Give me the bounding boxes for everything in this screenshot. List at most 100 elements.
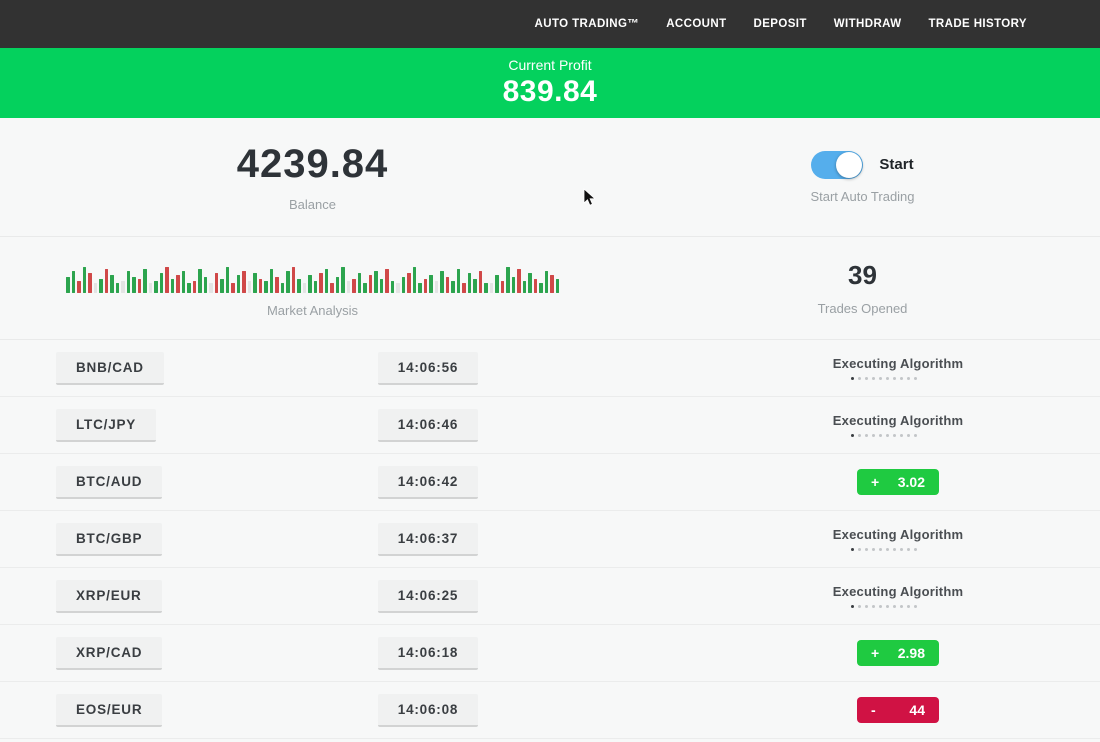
progress-dot: [858, 548, 861, 551]
progress-dot: [907, 605, 910, 608]
result-badge: - 44: [857, 697, 939, 723]
progress-dot: [893, 548, 896, 551]
market-bar: [369, 275, 373, 293]
progress-dot: [879, 548, 882, 551]
pair-badge: BNB/CAD: [56, 352, 164, 385]
pair-badge: BTC/GBP: [56, 523, 162, 556]
market-bar: [539, 283, 543, 293]
market-bar: [462, 283, 466, 293]
market-bar: [380, 279, 384, 293]
market-bar: [99, 279, 103, 293]
balance-block: 4239.84 Balance: [0, 118, 625, 236]
market-bar: [396, 283, 400, 293]
market-bar: [242, 271, 246, 293]
trade-row: BTC/AUD 14:06:42 + 3.02: [0, 454, 1100, 511]
progress-dot: [893, 605, 896, 608]
market-bar: [297, 279, 301, 293]
trade-row: XRP/CAD 14:06:18 + 2.98: [0, 625, 1100, 682]
progress-dot: [865, 605, 868, 608]
market-bar: [484, 283, 488, 293]
market-bar: [374, 271, 378, 293]
market-bar: [149, 283, 153, 293]
market-bar: [160, 273, 164, 293]
market-bar: [116, 283, 120, 293]
progress-dot: [900, 548, 903, 551]
progress-dot: [907, 434, 910, 437]
pair-badge: LTC/JPY: [56, 409, 156, 442]
market-bar: [253, 273, 257, 293]
market-bar: [264, 281, 268, 293]
market-bar: [88, 273, 92, 293]
market-section: Market Analysis 39 Trades Opened: [0, 237, 1100, 340]
market-bar: [528, 273, 532, 293]
market-bar: [270, 269, 274, 293]
market-bar: [143, 269, 147, 293]
result-sign: +: [871, 474, 879, 490]
progress-dot: [851, 377, 854, 380]
market-bar: [182, 271, 186, 293]
market-bar: [468, 273, 472, 293]
market-bar: [193, 281, 197, 293]
progress-dots: [851, 548, 917, 551]
market-bar: [501, 281, 505, 293]
market-bar: [429, 275, 433, 293]
time-badge: 14:06:56: [378, 352, 478, 385]
executing-label: Executing Algorithm: [833, 356, 963, 371]
nav-deposit[interactable]: DEPOSIT: [754, 18, 807, 30]
progress-dot: [858, 434, 861, 437]
market-bar: [248, 281, 252, 293]
market-bar: [407, 273, 411, 293]
progress-dot: [865, 548, 868, 551]
market-bar: [495, 275, 499, 293]
market-bar: [121, 281, 125, 293]
progress-dot: [879, 605, 882, 608]
market-bar: [237, 275, 241, 293]
time-badge: 14:06:25: [378, 580, 478, 613]
trades-list: BNB/CAD 14:06:56 Executing Algorithm LTC…: [0, 340, 1100, 739]
progress-dot: [851, 605, 854, 608]
market-bar: [550, 275, 554, 293]
market-bar: [165, 267, 169, 293]
progress-dot: [851, 434, 854, 437]
toggle-label: Start: [879, 156, 913, 173]
progress-dots: [851, 377, 917, 380]
progress-dots: [851, 434, 917, 437]
executing-status: Executing Algorithm: [833, 584, 963, 608]
executing-status: Executing Algorithm: [833, 356, 963, 380]
progress-dot: [858, 377, 861, 380]
market-bar: [286, 271, 290, 293]
progress-dot: [886, 377, 889, 380]
pair-badge: BTC/AUD: [56, 466, 162, 499]
market-bar: [363, 283, 367, 293]
nav-account[interactable]: ACCOUNT: [666, 18, 726, 30]
nav-trade-history[interactable]: TRADE HISTORY: [929, 18, 1028, 30]
market-bar: [457, 269, 461, 293]
auto-trading-toggle[interactable]: [811, 151, 863, 179]
market-bar: [418, 283, 422, 293]
progress-dot: [872, 548, 875, 551]
market-bar: [402, 277, 406, 293]
trade-row: BNB/CAD 14:06:56 Executing Algorithm: [0, 340, 1100, 397]
market-bar: [330, 283, 334, 293]
auto-trading-block: Start Start Auto Trading: [625, 118, 1100, 236]
progress-dot: [893, 434, 896, 437]
progress-dot: [914, 434, 917, 437]
trades-opened-value: 39: [848, 260, 877, 291]
nav-auto-trading[interactable]: AUTO TRADING™: [535, 18, 640, 30]
progress-dot: [907, 548, 910, 551]
market-bar: [176, 275, 180, 293]
market-bar: [198, 269, 202, 293]
executing-label: Executing Algorithm: [833, 413, 963, 428]
nav-withdraw[interactable]: WITHDRAW: [834, 18, 902, 30]
progress-dot: [879, 434, 882, 437]
market-bar: [319, 273, 323, 293]
market-bar: [110, 275, 114, 293]
market-bar: [523, 281, 527, 293]
market-bar: [226, 267, 230, 293]
market-bar: [94, 283, 98, 293]
progress-dot: [886, 605, 889, 608]
market-bar: [132, 277, 136, 293]
progress-dot: [893, 377, 896, 380]
progress-dot: [886, 548, 889, 551]
time-badge: 14:06:37: [378, 523, 478, 556]
